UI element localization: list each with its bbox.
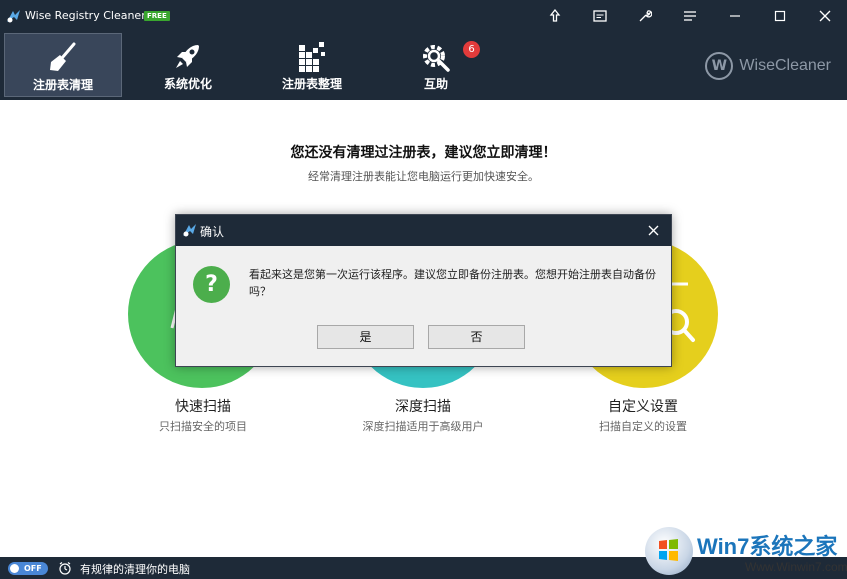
app-logo-icon	[7, 10, 20, 23]
custom-scan-title[interactable]: 自定义设置	[543, 396, 743, 416]
nav-registry-clean[interactable]: 注册表清理	[4, 33, 122, 97]
close-button[interactable]	[812, 4, 838, 28]
app-title: Wise Registry Cleaner 9	[25, 9, 157, 22]
tip-icon[interactable]	[542, 4, 568, 28]
watermark-title: Win7系统之家	[697, 534, 838, 559]
alarm-clock-icon	[59, 562, 71, 575]
settings-tools-icon[interactable]	[632, 4, 658, 28]
defrag-blocks-icon	[253, 39, 371, 73]
message-icon[interactable]	[587, 4, 613, 28]
nav-label: 系统优化	[163, 77, 212, 91]
nav-label: 注册表清理	[32, 78, 93, 92]
wisecleaner-logo-icon: W	[705, 52, 734, 80]
headline: 您还没有清理过注册表，建议您立即清理！	[290, 145, 557, 161]
subheadline: 经常清理注册表能让您电脑运行更加快速安全。	[308, 170, 539, 183]
scheduled-clean-link[interactable]: 有规律的清理你的电脑	[80, 561, 190, 577]
dialog-message: 看起来这是您第一次运行该程序。建议您立即备份注册表。您想开始注册表自动备份吗？	[249, 268, 656, 298]
deep-scan-desc: 深度扫描适用于高级用户	[362, 420, 484, 433]
notification-badge: 6	[463, 41, 480, 58]
toggle-knob	[10, 564, 19, 573]
dialog-title-bar: 确认	[176, 215, 671, 246]
no-button[interactable]: 否	[428, 325, 525, 349]
broom-icon	[5, 40, 121, 74]
free-badge: FREE	[144, 11, 170, 21]
nav-mutual-help[interactable]: 6 互助	[377, 33, 495, 97]
maximize-button[interactable]	[767, 4, 793, 28]
brand-name: WiseCleaner	[739, 57, 831, 74]
yes-button[interactable]: 是	[317, 325, 414, 349]
nav-system-optimize[interactable]: 系统优化	[129, 33, 247, 97]
dialog-close-button[interactable]	[641, 219, 665, 241]
watermark-url: Www.Winwin7.com	[745, 560, 847, 574]
dialog-body: ? 看起来这是您第一次运行该程序。建议您立即备份注册表。您想开始注册表自动备份吗…	[176, 246, 671, 366]
menu-icon[interactable]	[677, 4, 703, 28]
dialog-title: 确认	[200, 225, 225, 239]
rocket-icon	[129, 39, 247, 73]
question-icon: ?	[193, 266, 230, 303]
title-bar: Wise Registry Cleaner 9 FREE	[0, 0, 847, 32]
site-watermark: Win7系统之家 Www.Winwin7.com	[645, 527, 847, 579]
quick-scan-title[interactable]: 快速扫描	[103, 396, 303, 416]
auto-clean-toggle[interactable]: OFF	[8, 562, 48, 575]
brand-logo[interactable]: W WiseCleaner	[705, 52, 831, 80]
custom-scan-desc: 扫描自定义的设置	[599, 420, 687, 433]
nav-bar: 注册表清理 系统优化 注册表整理 6 互助 W WiseCleaner	[0, 32, 847, 100]
nav-label: 互助	[423, 77, 448, 91]
minimize-button[interactable]	[722, 4, 748, 28]
quick-scan-desc: 只扫描安全的项目	[159, 420, 247, 433]
deep-scan-title[interactable]: 深度扫描	[323, 396, 523, 416]
nav-label: 注册表整理	[281, 77, 342, 91]
toggle-state-label: OFF	[24, 564, 42, 573]
nav-registry-defrag[interactable]: 注册表整理	[253, 33, 371, 97]
windows-logo-icon	[645, 527, 693, 575]
confirm-dialog: 确认 ? 看起来这是您第一次运行该程序。建议您立即备份注册表。您想开始注册表自动…	[175, 214, 672, 367]
main-window: Wise Registry Cleaner 9 FREE 注册表清理 系统优化 …	[0, 0, 847, 579]
app-logo-icon	[183, 224, 196, 237]
